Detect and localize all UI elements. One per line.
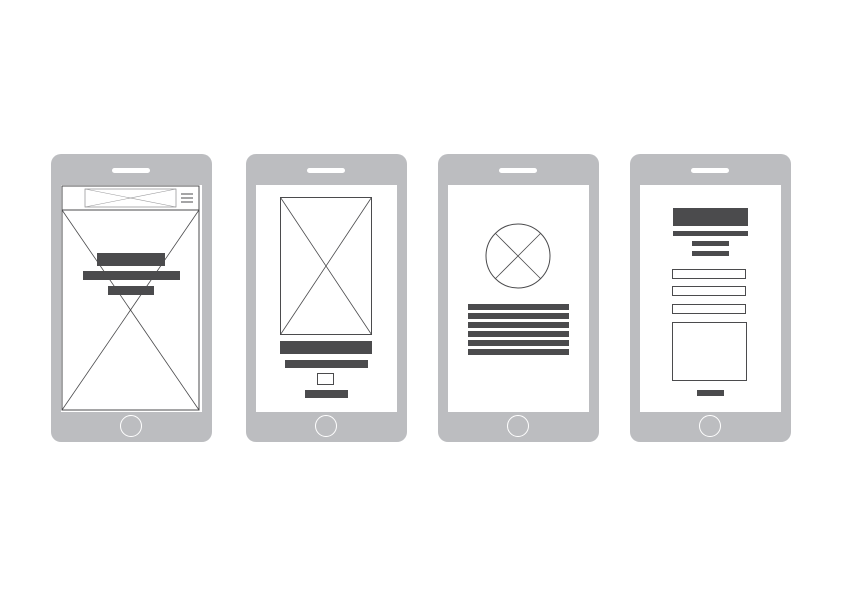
header-bar <box>673 208 748 226</box>
hamburger-menu-icon[interactable] <box>181 193 193 203</box>
submit-button[interactable] <box>697 390 724 396</box>
circle-placeholder-cross-icon <box>485 223 551 289</box>
screen-landing <box>61 185 202 412</box>
text-line <box>468 322 569 328</box>
caption-bar <box>692 251 729 256</box>
input-field[interactable] <box>672 286 746 296</box>
hero-image-placeholder <box>61 185 200 411</box>
subheadline-bar <box>83 271 180 280</box>
input-field[interactable] <box>672 269 746 279</box>
phone-landing-page <box>51 154 212 442</box>
speaker-slot <box>499 168 537 173</box>
phone-form-page <box>630 154 791 442</box>
phone-product-page <box>246 154 407 442</box>
caption-bar <box>692 241 729 246</box>
input-field[interactable] <box>672 304 746 314</box>
speaker-slot <box>307 168 345 173</box>
home-button[interactable] <box>699 415 721 437</box>
text-line <box>468 349 569 355</box>
subtitle-bar <box>673 231 748 236</box>
subtitle-bar <box>285 360 368 368</box>
text-line <box>468 331 569 337</box>
checkbox[interactable] <box>317 373 334 385</box>
home-button[interactable] <box>315 415 337 437</box>
headline-bar <box>97 253 165 266</box>
screen-product <box>256 185 397 412</box>
text-line <box>468 313 569 319</box>
textarea-field[interactable] <box>672 322 747 381</box>
text-line <box>468 304 569 310</box>
speaker-slot <box>691 168 729 173</box>
action-button[interactable] <box>305 390 348 398</box>
phone-profile-page <box>438 154 599 442</box>
screen-form <box>640 185 781 412</box>
home-button[interactable] <box>120 415 142 437</box>
image-placeholder <box>280 197 372 335</box>
cta-button[interactable] <box>108 286 154 295</box>
home-button[interactable] <box>507 415 529 437</box>
screen-profile <box>448 185 589 412</box>
text-line <box>468 340 569 346</box>
speaker-slot <box>112 168 150 173</box>
title-bar <box>280 341 372 354</box>
